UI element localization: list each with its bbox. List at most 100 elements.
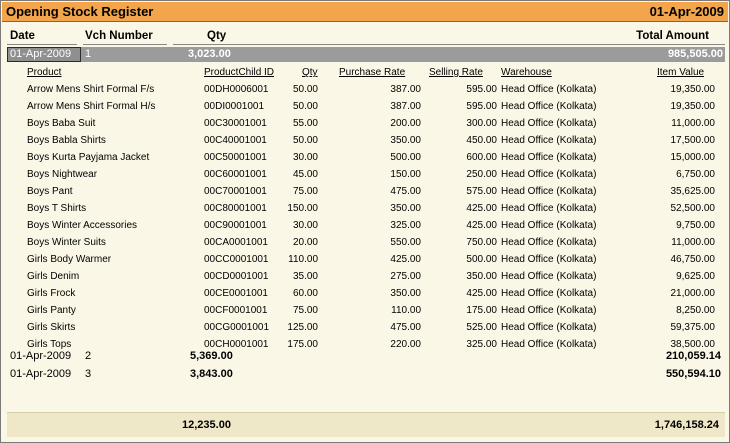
voucher-date-field[interactable]: 01-Apr-2009 (7, 47, 81, 62)
item-product: Girls Skirts (27, 322, 76, 333)
item-child-id: 00DI0001001 (204, 101, 265, 112)
voucher-number: 3 (85, 368, 92, 380)
item-row[interactable]: Boys Babla Shirts 00C40001001 50.00 350.00 4… (1, 133, 730, 150)
item-product: Girls Panty (27, 305, 76, 316)
item-warehouse: Head Office (Kolkata) (501, 271, 597, 282)
header-vch-number: Vch Number (85, 30, 153, 42)
item-warehouse: Head Office (Kolkata) (501, 220, 597, 231)
item-value: 19,350.00 (670, 101, 716, 112)
item-warehouse: Head Office (Kolkata) (501, 254, 597, 265)
item-child-id: 00C40001001 (204, 135, 267, 146)
voucher-number: 2 (85, 350, 92, 362)
item-product: Boys Winter Accessories (27, 220, 138, 231)
item-value: 9,750.00 (676, 220, 715, 231)
item-row[interactable]: Boys Winter Suits 00CA0001001 20.00 550.00 7… (1, 235, 730, 252)
item-selling-rate: 595.00 (466, 101, 497, 112)
item-row[interactable]: Boys Winter Accessories 00C90001001 30.00 3… (1, 218, 730, 235)
col-product: Product (27, 67, 62, 78)
item-row[interactable]: Girls Panty 00CF0001001 75.00 110.00 175.00 H… (1, 303, 730, 320)
item-purchase-rate: 387.00 (390, 101, 421, 112)
item-row[interactable]: Boys Pant 00C70001001 75.00 475.00 575.00 Hea… (1, 184, 730, 201)
item-row[interactable]: Girls Body Warmer 00CC0001001 110.00 425.00… (1, 252, 730, 269)
item-warehouse: Head Office (Kolkata) (501, 84, 597, 95)
item-row[interactable]: Girls Denim 00CD0001001 35.00 275.00 350.00 H… (1, 269, 730, 286)
voucher-row-selected[interactable]: 01-Apr-2009 1 3,023.00 985,505.00 (7, 47, 725, 62)
voucher-row[interactable]: 01-Apr-2009 3 3,843.00 550,594.10 (1, 367, 730, 384)
item-row[interactable]: Boys T Shirts 00C80001001 150.00 350.00 425.… (1, 201, 730, 218)
col-item-value: Item Value (657, 67, 705, 78)
item-row[interactable]: Boys Nightwear 00C60001001 45.00 150.00 250.… (1, 167, 730, 184)
item-value: 11,000.00 (671, 118, 715, 129)
item-selling-rate: 525.00 (466, 322, 497, 333)
col-selling-rate: Selling Rate (429, 67, 483, 78)
item-selling-rate: 350.00 (466, 271, 497, 282)
item-product: Boys Nightwear (27, 169, 98, 180)
header-date: Date (10, 30, 35, 42)
item-qty: 150.00 (287, 203, 318, 214)
item-qty: 30.00 (292, 152, 318, 163)
item-selling-rate: 600.00 (466, 152, 497, 163)
item-purchase-rate: 200.00 (390, 118, 421, 129)
item-purchase-rate: 475.00 (390, 186, 421, 197)
item-row[interactable]: Arrow Mens Shirt Formal H/s 00DI0001001 50… (1, 99, 730, 116)
item-value: 17,500.00 (670, 135, 716, 146)
item-row[interactable]: Boys Kurta Payjama Jacket 00C50001001 30.0… (1, 150, 730, 167)
item-purchase-rate: 325.00 (390, 220, 421, 231)
item-selling-rate: 595.00 (466, 84, 497, 95)
item-product: Arrow Mens Shirt Formal H/s (27, 101, 156, 112)
item-selling-rate: 300.00 (466, 118, 497, 129)
item-qty: 35.00 (292, 271, 318, 282)
voucher-number: 1 (85, 48, 92, 60)
item-product: Arrow Mens Shirt Formal F/s (27, 84, 155, 95)
item-purchase-rate: 475.00 (390, 322, 421, 333)
item-warehouse: Head Office (Kolkata) (501, 118, 597, 129)
voucher-qty: 3,023.00 (188, 48, 231, 60)
item-purchase-rate: 110.00 (391, 305, 421, 316)
item-purchase-rate: 350.00 (390, 288, 421, 299)
item-warehouse: Head Office (Kolkata) (501, 169, 597, 180)
item-child-id: 00C60001001 (204, 169, 267, 180)
title-bar: Opening Stock Register 01-Apr-2009 (2, 2, 728, 22)
item-row[interactable]: Girls Skirts 00CG0001001 125.00 475.00 525.0… (1, 320, 730, 337)
item-child-id: 00CA0001001 (204, 237, 268, 248)
item-product: Boys T Shirts (27, 203, 87, 214)
item-qty: 110.00 (288, 254, 318, 265)
item-warehouse: Head Office (Kolkata) (501, 288, 597, 299)
header-total-amount: Total Amount (636, 30, 709, 42)
item-product: Girls Denim (27, 271, 80, 282)
totals-bar: 12,235.00 1,746,158.24 (7, 412, 725, 437)
item-value: 46,750.00 (670, 254, 716, 265)
col-purchase-rate: Purchase Rate (339, 67, 406, 78)
item-value: 11,000.00 (671, 237, 715, 248)
item-value: 21,000.00 (670, 288, 716, 299)
report-title: Opening Stock Register (6, 4, 154, 19)
item-selling-rate: 425.00 (466, 288, 497, 299)
item-child-id: 00CE0001001 (204, 288, 268, 299)
item-purchase-rate: 275.00 (390, 271, 421, 282)
item-qty: 30.00 (292, 220, 318, 231)
item-child-id: 00DH0006001 (204, 84, 269, 95)
item-qty: 50.00 (292, 84, 318, 95)
item-row[interactable]: Arrow Mens Shirt Formal F/s 00DH0006001 50… (1, 82, 730, 99)
item-row[interactable]: Girls Frock 00CE0001001 60.00 350.00 425.00 H… (1, 286, 730, 303)
item-qty: 20.00 (292, 237, 318, 248)
item-value: 8,250.00 (676, 305, 715, 316)
item-warehouse: Head Office (Kolkata) (501, 135, 597, 146)
item-row[interactable]: Boys Baba Suit 00C30001001 55.00 200.00 300.… (1, 116, 730, 133)
item-selling-rate: 250.00 (466, 169, 497, 180)
item-product: Boys Winter Suits (27, 237, 106, 248)
item-warehouse: Head Office (Kolkata) (501, 186, 597, 197)
item-child-id: 00C70001001 (204, 186, 267, 197)
item-purchase-rate: 550.00 (390, 237, 421, 248)
item-product: Boys Baba Suit (27, 118, 96, 129)
item-value: 19,350.00 (670, 84, 716, 95)
voucher-row[interactable]: 01-Apr-2009 2 5,369.00 210,059.14 (1, 349, 730, 366)
item-value: 59,375.00 (670, 322, 716, 333)
item-product: Boys Pant (27, 186, 73, 197)
total-qty: 12,235.00 (182, 419, 231, 431)
item-purchase-rate: 350.00 (390, 203, 421, 214)
voucher-qty: 3,843.00 (190, 368, 233, 380)
item-purchase-rate: 387.00 (390, 84, 421, 95)
item-value: 35,625.00 (670, 186, 716, 197)
item-product: Boys Kurta Payjama Jacket (27, 152, 150, 163)
